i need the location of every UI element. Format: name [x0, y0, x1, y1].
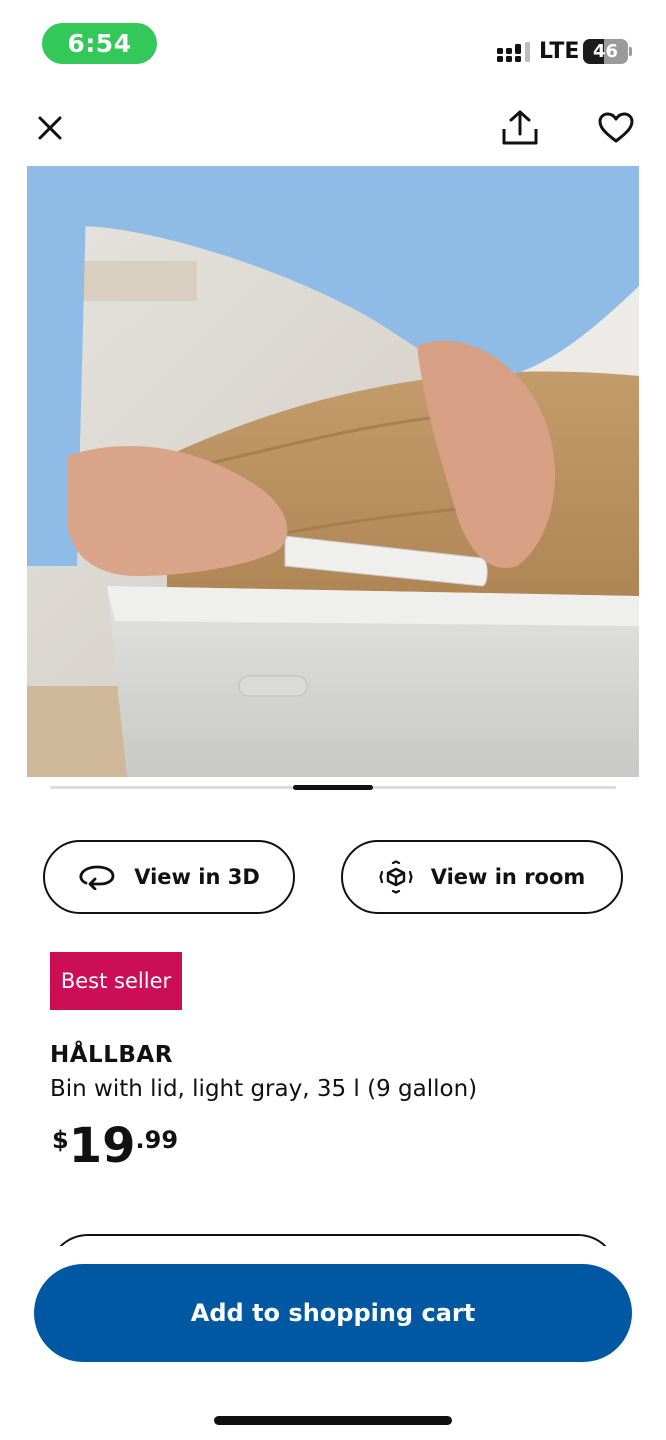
price-currency: $	[52, 1126, 69, 1154]
view-in-room-button[interactable]: View in room	[341, 840, 623, 914]
best-seller-badge: Best seller	[50, 952, 182, 1010]
cellular-signal-icon	[497, 42, 530, 62]
heart-icon	[598, 112, 634, 143]
product-image[interactable]	[27, 166, 639, 777]
product-description: Bin with lid, light gray, 35 l (9 gallon…	[50, 1076, 478, 1102]
carousel-progress[interactable]	[50, 785, 616, 790]
ar-cube-icon	[379, 860, 413, 894]
product-price: $ 19 .99	[52, 1118, 178, 1174]
share-icon	[502, 110, 538, 145]
battery-indicator: 46	[583, 39, 628, 64]
close-button[interactable]	[30, 108, 70, 148]
price-cents: .99	[135, 1126, 179, 1154]
network-type: LTE	[539, 39, 580, 64]
close-icon	[38, 116, 62, 140]
product-photo-illustration	[27, 166, 639, 777]
view-in-3d-button[interactable]: View in 3D	[43, 840, 295, 914]
status-time: 6:54	[42, 23, 157, 64]
favorite-button[interactable]	[594, 106, 638, 150]
price-whole: 19	[68, 1118, 136, 1174]
add-to-cart-button[interactable]: Add to shopping cart	[34, 1264, 632, 1362]
battery-percent: 46	[592, 41, 619, 62]
view-in-3d-label: View in 3D	[134, 865, 260, 889]
share-button[interactable]	[496, 106, 544, 150]
product-name: HÅLLBAR	[50, 1042, 173, 1068]
battery-cap	[629, 47, 632, 56]
home-indicator[interactable]	[214, 1416, 452, 1425]
view-in-room-label: View in room	[430, 865, 586, 889]
rotate-3d-icon	[79, 865, 115, 890]
carousel-position-indicator	[293, 785, 373, 790]
